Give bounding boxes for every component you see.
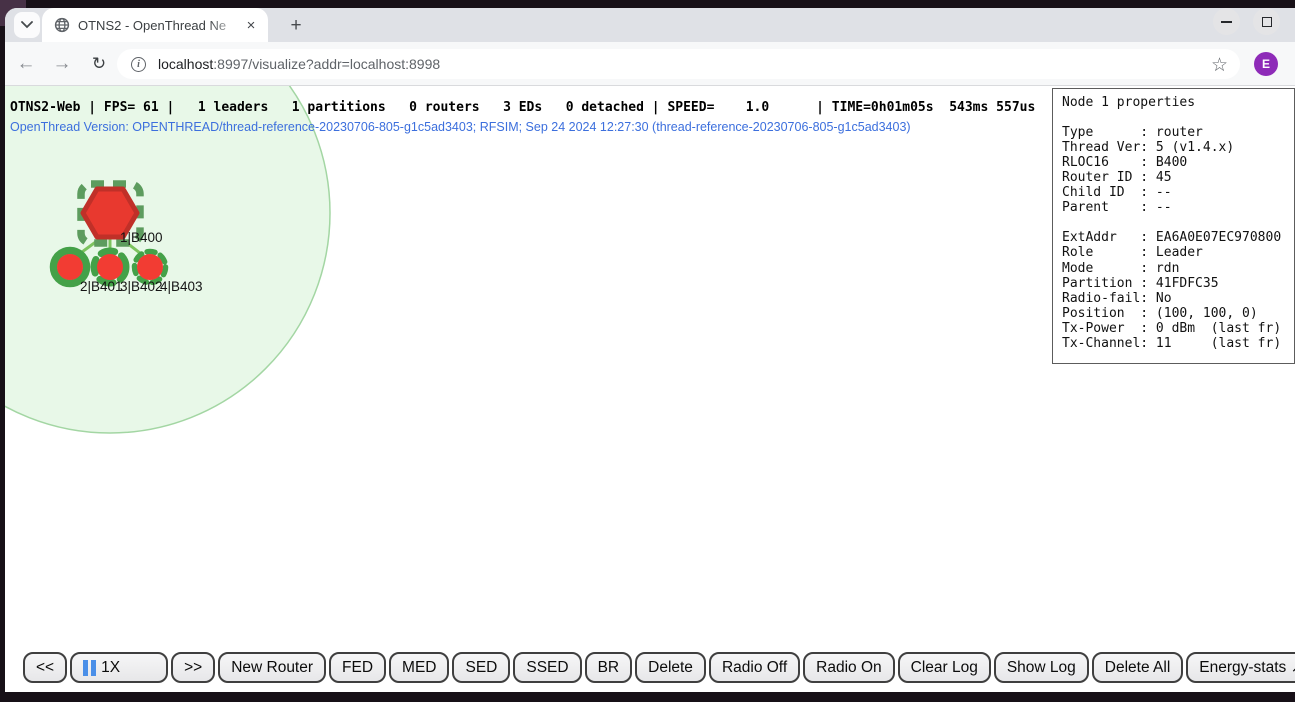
prop-parent: Parent : --	[1062, 200, 1294, 215]
panel-title: Node 1 properties	[1062, 95, 1294, 110]
prop-rloc16: RLOC16 : B400	[1062, 155, 1294, 170]
new-tab-button[interactable]: +	[283, 13, 309, 39]
reload-button[interactable]: ↻	[84, 42, 114, 86]
prop-child-id: Child ID : --	[1062, 185, 1294, 200]
url-bar[interactable]: i localhost:8997/visualize?addr=localhos…	[117, 49, 1240, 79]
chevron-down-icon	[21, 21, 33, 29]
fed-button[interactable]: FED	[329, 652, 386, 683]
med-button[interactable]: MED	[389, 652, 449, 683]
url-host: localhost	[158, 56, 213, 72]
prop-mode: Mode : rdn	[1062, 261, 1294, 276]
action-toolbar: << 1X >> New Router FED MED SED SSED BR …	[23, 652, 1295, 683]
prop-role: Role : Leader	[1062, 245, 1294, 260]
globe-favicon-icon	[54, 17, 70, 33]
tab-strip: OTNS2 - OpenThread Ne × +	[5, 8, 1295, 42]
browser-toolbar: ← → ↻ i localhost:8997/visualize?addr=lo…	[5, 42, 1295, 86]
radio-off-button[interactable]: Radio Off	[709, 652, 800, 683]
forward-button[interactable]: →	[47, 42, 77, 86]
back-button[interactable]: ←	[11, 42, 41, 86]
delete-button[interactable]: Delete	[635, 652, 706, 683]
pause-icon	[83, 660, 96, 676]
clear-log-button[interactable]: Clear Log	[898, 652, 991, 683]
sed-button[interactable]: SED	[452, 652, 510, 683]
window-maximize-button[interactable]	[1253, 8, 1280, 35]
ssed-button[interactable]: SSED	[513, 652, 581, 683]
tab-active[interactable]: OTNS2 - OpenThread Ne ×	[42, 8, 268, 42]
openthread-version-link[interactable]: OpenThread Version: OPENTHREAD/thread-re…	[10, 120, 911, 134]
tab-search-button[interactable]	[14, 12, 40, 38]
tab-close-icon[interactable]: ×	[242, 16, 260, 34]
minimize-icon	[1221, 21, 1232, 23]
step-back-button[interactable]: <<	[23, 652, 67, 683]
br-button[interactable]: BR	[585, 652, 633, 683]
speed-label: 1X	[101, 659, 120, 677]
node-2-label: 2|B401	[80, 279, 123, 294]
page-content: 1|B400 2|B401 3|B402 4|B403 OTNS2-Web | …	[5, 86, 1295, 691]
simulator-status-line: OTNS2-Web | FPS= 61 | 1 leaders 1 partit…	[10, 100, 1035, 115]
step-forward-button[interactable]: >>	[171, 652, 215, 683]
tab-title-fade	[208, 18, 242, 33]
site-info-icon[interactable]: i	[131, 57, 146, 72]
prop-thread-ver: Thread Ver: 5 (v1.4.x)	[1062, 140, 1294, 155]
window-minimize-button[interactable]	[1213, 8, 1240, 35]
profile-avatar[interactable]: E	[1254, 52, 1278, 76]
prop-position: Position : (100, 100, 0)	[1062, 306, 1294, 321]
maximize-icon	[1262, 17, 1272, 27]
prop-router-id: Router ID : 45	[1062, 170, 1294, 185]
prop-partition: Partition : 41FDFC35	[1062, 276, 1294, 291]
speed-pause-button[interactable]: 1X	[70, 652, 168, 683]
node-4[interactable]	[135, 252, 166, 283]
prop-type: Type : router	[1062, 125, 1294, 140]
node-properties-panel: Node 1 properties Type : router Thread V…	[1052, 88, 1295, 364]
tab-title: OTNS2 - OpenThread Ne	[78, 18, 242, 33]
radio-on-button[interactable]: Radio On	[803, 652, 894, 683]
prop-tx-channel: Tx-Channel: 11 (last fr)	[1062, 336, 1294, 351]
prop-radio-fail: Radio-fail: No	[1062, 291, 1294, 306]
new-router-button[interactable]: New Router	[218, 652, 326, 683]
delete-all-button[interactable]: Delete All	[1092, 652, 1183, 683]
node-3-label: 3|B402	[120, 279, 163, 294]
url-text[interactable]: localhost:8997/visualize?addr=localhost:…	[158, 56, 440, 72]
prop-tx-power: Tx-Power : 0 dBm (last fr)	[1062, 321, 1294, 336]
show-log-button[interactable]: Show Log	[994, 652, 1089, 683]
bookmark-star-icon[interactable]: ☆	[1211, 54, 1228, 77]
url-path: :8997/visualize?addr=localhost:8998	[213, 56, 440, 72]
node-1-label: 1|B400	[120, 230, 163, 245]
node-4-label: 4|B403	[160, 279, 203, 294]
prop-extaddr: ExtAddr : EA6A0E07EC970800	[1062, 230, 1294, 245]
browser-window: OTNS2 - OpenThread Ne × + ← → ↻ i localh…	[5, 8, 1295, 692]
energy-stats-button[interactable]: Energy-stats ↗	[1186, 652, 1295, 683]
